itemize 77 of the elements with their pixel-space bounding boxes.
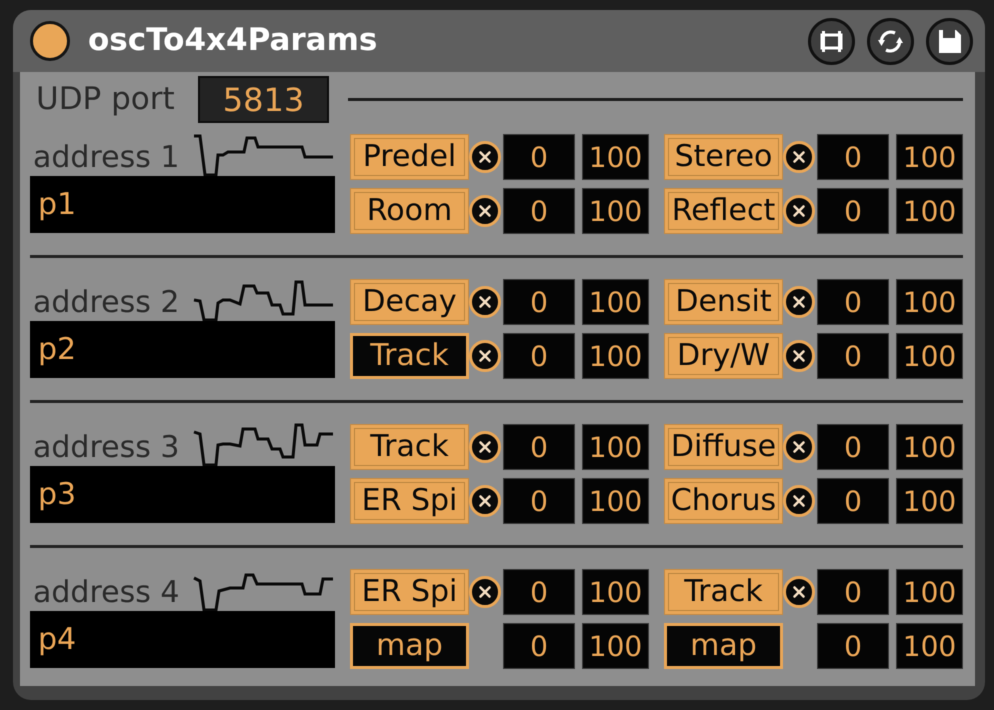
max-number-box[interactable]: 100: [896, 279, 963, 325]
parameter-button[interactable]: Stereo: [664, 134, 783, 180]
close-icon[interactable]: [783, 141, 815, 173]
frame-icon[interactable]: [808, 18, 855, 64]
max-number-box[interactable]: 100: [896, 478, 963, 524]
address-label: address 3: [33, 430, 180, 466]
min-number-box[interactable]: 0: [817, 623, 889, 669]
max-number-box[interactable]: 100: [582, 279, 649, 325]
min-number-box[interactable]: 0: [503, 134, 575, 180]
save-icon[interactable]: [926, 18, 973, 64]
close-icon[interactable]: [469, 485, 501, 517]
close-icon[interactable]: [469, 576, 501, 608]
parameter-button[interactable]: ER Spi: [350, 478, 469, 524]
min-number-box[interactable]: 0: [503, 333, 575, 379]
parameter-button[interactable]: Chorus: [664, 478, 783, 524]
map-button[interactable]: map: [350, 623, 469, 669]
address-label: address 4: [33, 576, 180, 611]
min-number-box[interactable]: 0: [817, 188, 889, 234]
min-number-box[interactable]: 0: [817, 424, 889, 470]
max-number-box[interactable]: 100: [582, 134, 649, 180]
port-label: UDP port: [36, 80, 176, 118]
close-icon[interactable]: [783, 576, 815, 608]
max-number-box[interactable]: 100: [582, 623, 649, 669]
min-number-box[interactable]: 0: [817, 333, 889, 379]
max-number-box[interactable]: 100: [896, 333, 963, 379]
max-number-box[interactable]: 100: [896, 134, 963, 180]
parameter-button[interactable]: Decay: [350, 279, 469, 325]
max-number-box[interactable]: 100: [582, 569, 649, 615]
min-number-box[interactable]: 0: [817, 478, 889, 524]
parameter-button[interactable]: Reflect: [664, 188, 783, 234]
min-number-box[interactable]: 0: [817, 569, 889, 615]
port-number-box[interactable]: 5813: [198, 76, 329, 123]
min-number-box[interactable]: 0: [503, 279, 575, 325]
parameter-button[interactable]: Room: [350, 188, 469, 234]
address-field[interactable]: p2: [30, 321, 335, 378]
min-number-box[interactable]: 0: [503, 478, 575, 524]
parameter-button[interactable]: Predel: [350, 134, 469, 180]
min-number-box[interactable]: 0: [817, 134, 889, 180]
address-label: address 1: [33, 140, 180, 176]
address-field[interactable]: p1: [30, 176, 335, 233]
max-number-box[interactable]: 100: [582, 424, 649, 470]
min-number-box[interactable]: 0: [503, 569, 575, 615]
refresh-icon[interactable]: [867, 18, 914, 64]
toggle-icon[interactable]: [30, 21, 70, 61]
close-icon[interactable]: [783, 195, 815, 227]
window-title: oscTo4x4Params: [88, 22, 378, 60]
max-number-box[interactable]: 100: [896, 569, 963, 615]
close-icon[interactable]: [783, 485, 815, 517]
parameter-button[interactable]: Track: [350, 333, 469, 379]
close-icon[interactable]: [783, 431, 815, 463]
close-icon[interactable]: [469, 431, 501, 463]
close-icon[interactable]: [783, 286, 815, 318]
min-number-box[interactable]: 0: [817, 279, 889, 325]
address-label: address 2: [33, 286, 180, 321]
parameter-button[interactable]: Diffuse: [664, 424, 783, 470]
parameter-button[interactable]: Dry/W: [664, 333, 783, 379]
close-icon[interactable]: [469, 141, 501, 173]
max-number-box[interactable]: 100: [896, 623, 963, 669]
max-number-box[interactable]: 100: [582, 478, 649, 524]
min-number-box[interactable]: 0: [503, 424, 575, 470]
close-icon[interactable]: [469, 286, 501, 318]
parameter-button[interactable]: ER Spi: [350, 569, 469, 615]
max-number-box[interactable]: 100: [896, 188, 963, 234]
max-number-box[interactable]: 100: [582, 188, 649, 234]
max-number-box[interactable]: 100: [582, 333, 649, 379]
parameter-button[interactable]: Densit: [664, 279, 783, 325]
close-icon[interactable]: [469, 340, 501, 372]
min-number-box[interactable]: 0: [503, 623, 575, 669]
address-field[interactable]: p3: [30, 466, 335, 523]
close-icon[interactable]: [783, 340, 815, 372]
parameter-button[interactable]: Track: [664, 569, 783, 615]
address-field[interactable]: p4: [30, 611, 335, 668]
map-button[interactable]: map: [664, 623, 783, 669]
parameter-button[interactable]: Track: [350, 424, 469, 470]
close-icon[interactable]: [469, 195, 501, 227]
min-number-box[interactable]: 0: [503, 188, 575, 234]
max-number-box[interactable]: 100: [896, 424, 963, 470]
